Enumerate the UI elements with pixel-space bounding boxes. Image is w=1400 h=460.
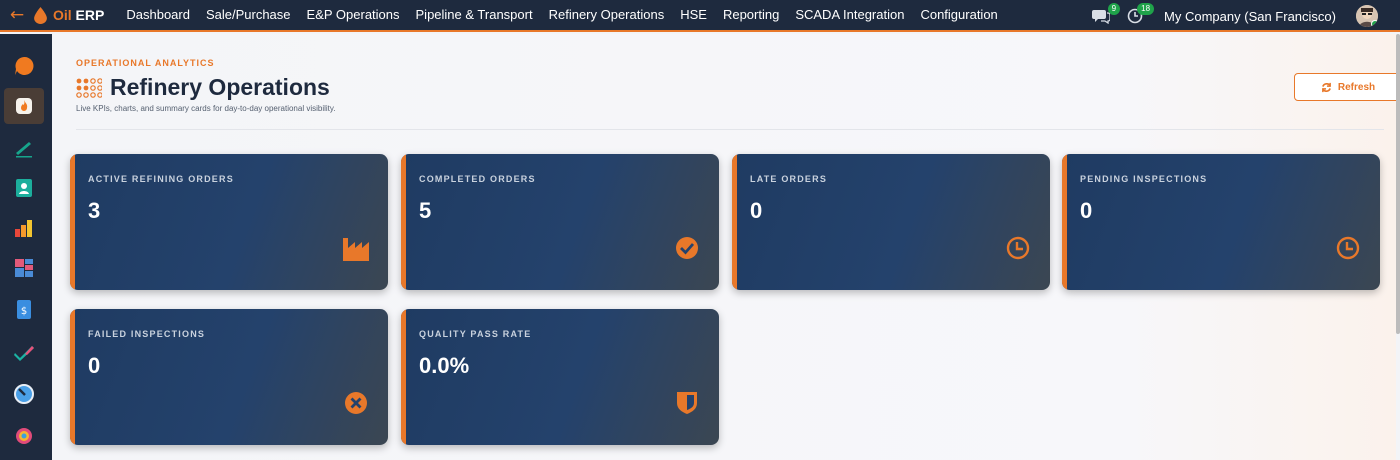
menu-refinery-operations[interactable]: Refinery Operations — [541, 0, 673, 31]
online-status-dot — [1371, 20, 1378, 27]
x-circle-icon — [342, 389, 370, 417]
sidebar-app-dashboards[interactable] — [4, 250, 44, 286]
sidebar-app-settings[interactable] — [4, 418, 44, 454]
kpi-label: PENDING INSPECTIONS — [1080, 174, 1208, 184]
sidebar-app-invoicing[interactable]: $ — [4, 292, 44, 328]
kpi-value: 0 — [1080, 198, 1093, 223]
bar-chart-icon — [15, 220, 32, 237]
menu-pipeline-transport[interactable]: Pipeline & Transport — [408, 0, 541, 31]
sidebar-app-discuss[interactable] — [4, 48, 44, 84]
kpi-card-active-refining-orders[interactable]: ACTIVE REFINING ORDERS 3 — [70, 154, 388, 290]
page-eyebrow: OPERATIONAL ANALYTICS — [76, 58, 215, 68]
kpi-label: LATE ORDERS — [750, 174, 828, 184]
refresh-button[interactable]: Refresh — [1294, 73, 1400, 101]
svg-text:$: $ — [21, 306, 27, 317]
refresh-icon — [1321, 82, 1331, 92]
messages-count-badge: 9 — [1107, 3, 1121, 15]
messages-button[interactable]: 9 — [1090, 3, 1121, 27]
sidebar-app-sign[interactable] — [4, 130, 44, 166]
page-scrollbar[interactable] — [1396, 34, 1400, 334]
factory-icon — [342, 234, 370, 262]
company-switcher[interactable]: My Company (San Francisco) — [1164, 9, 1336, 24]
sidebar-app-gauges[interactable] — [4, 376, 44, 412]
sidebar-app-reporting[interactable] — [4, 210, 44, 246]
dashboard-tiles-icon — [15, 259, 33, 277]
menu-reporting[interactable]: Reporting — [715, 0, 787, 31]
kpi-value: 3 — [88, 198, 101, 223]
main-menu: Dashboard Sale/Purchase E&P Operations P… — [118, 0, 1005, 31]
chat-bubble-icon — [15, 56, 34, 75]
clock-icon — [1004, 234, 1032, 262]
kpi-card-failed-inspections[interactable]: FAILED INSPECTIONS 0 — [70, 309, 388, 445]
pen-icon — [16, 142, 32, 158]
check-mark-icon — [14, 346, 34, 361]
header-divider — [76, 129, 1384, 130]
back-arrow-icon[interactable]: ← — [0, 5, 34, 25]
page-title: Refinery Operations — [110, 74, 330, 100]
flame-icon — [16, 98, 32, 114]
kpi-value: 0 — [88, 353, 101, 378]
menu-hse[interactable]: HSE — [672, 0, 715, 31]
shield-icon — [673, 389, 701, 417]
menu-ep-operations[interactable]: E&P Operations — [299, 0, 408, 31]
dots-grid-icon — [76, 77, 102, 98]
kpi-label: ACTIVE REFINING ORDERS — [88, 174, 234, 184]
kpi-value: 5 — [419, 198, 432, 223]
menu-configuration[interactable]: Configuration — [912, 0, 1005, 31]
sidebar-app-contacts[interactable] — [4, 170, 44, 206]
refresh-label: Refresh — [1337, 81, 1376, 93]
kpi-label: COMPLETED ORDERS — [419, 174, 536, 184]
gauge-icon — [14, 384, 34, 404]
sidebar-app-timesheets[interactable] — [4, 334, 44, 370]
menu-sale-purchase[interactable]: Sale/Purchase — [198, 0, 299, 31]
kpi-label: FAILED INSPECTIONS — [88, 329, 206, 339]
gear-icon — [16, 428, 32, 444]
kpi-value: 0.0% — [419, 353, 470, 378]
app-brand[interactable]: Oil ERP — [34, 6, 105, 24]
page-header: Refinery Operations — [76, 74, 330, 101]
sidebar-app-refinery[interactable] — [4, 88, 44, 124]
user-avatar[interactable] — [1356, 5, 1378, 27]
activities-count-badge: 18 — [1137, 3, 1155, 15]
activities-button[interactable]: 18 — [1124, 3, 1155, 27]
clock-icon — [1334, 234, 1362, 262]
invoice-icon: $ — [17, 300, 31, 319]
kpi-card-quality-pass-rate[interactable]: QUALITY PASS RATE 0.0% — [401, 309, 719, 445]
kpi-card-pending-inspections[interactable]: PENDING INSPECTIONS 0 — [1062, 154, 1380, 290]
page-subtitle: Live KPIs, charts, and summary cards for… — [76, 104, 336, 113]
main-content: OPERATIONAL ANALYTICS Refinery Operation… — [52, 34, 1400, 460]
contact-card-icon — [16, 179, 32, 197]
apps-sidebar: $ — [0, 34, 52, 460]
app-name: Oil ERP — [53, 7, 105, 23]
kpi-label: QUALITY PASS RATE — [419, 329, 532, 339]
top-navbar: ← Oil ERP Dashboard Sale/Purchase E&P Op… — [0, 0, 1400, 32]
oil-drop-icon — [34, 6, 47, 24]
kpi-card-late-orders[interactable]: LATE ORDERS 0 — [732, 154, 1050, 290]
check-circle-icon — [673, 234, 701, 262]
kpi-card-completed-orders[interactable]: COMPLETED ORDERS 5 — [401, 154, 719, 290]
menu-dashboard[interactable]: Dashboard — [118, 0, 198, 31]
kpi-value: 0 — [750, 198, 763, 223]
menu-scada-integration[interactable]: SCADA Integration — [787, 0, 912, 31]
systray: 9 18 My Company (San Francisco) — [1090, 0, 1378, 32]
